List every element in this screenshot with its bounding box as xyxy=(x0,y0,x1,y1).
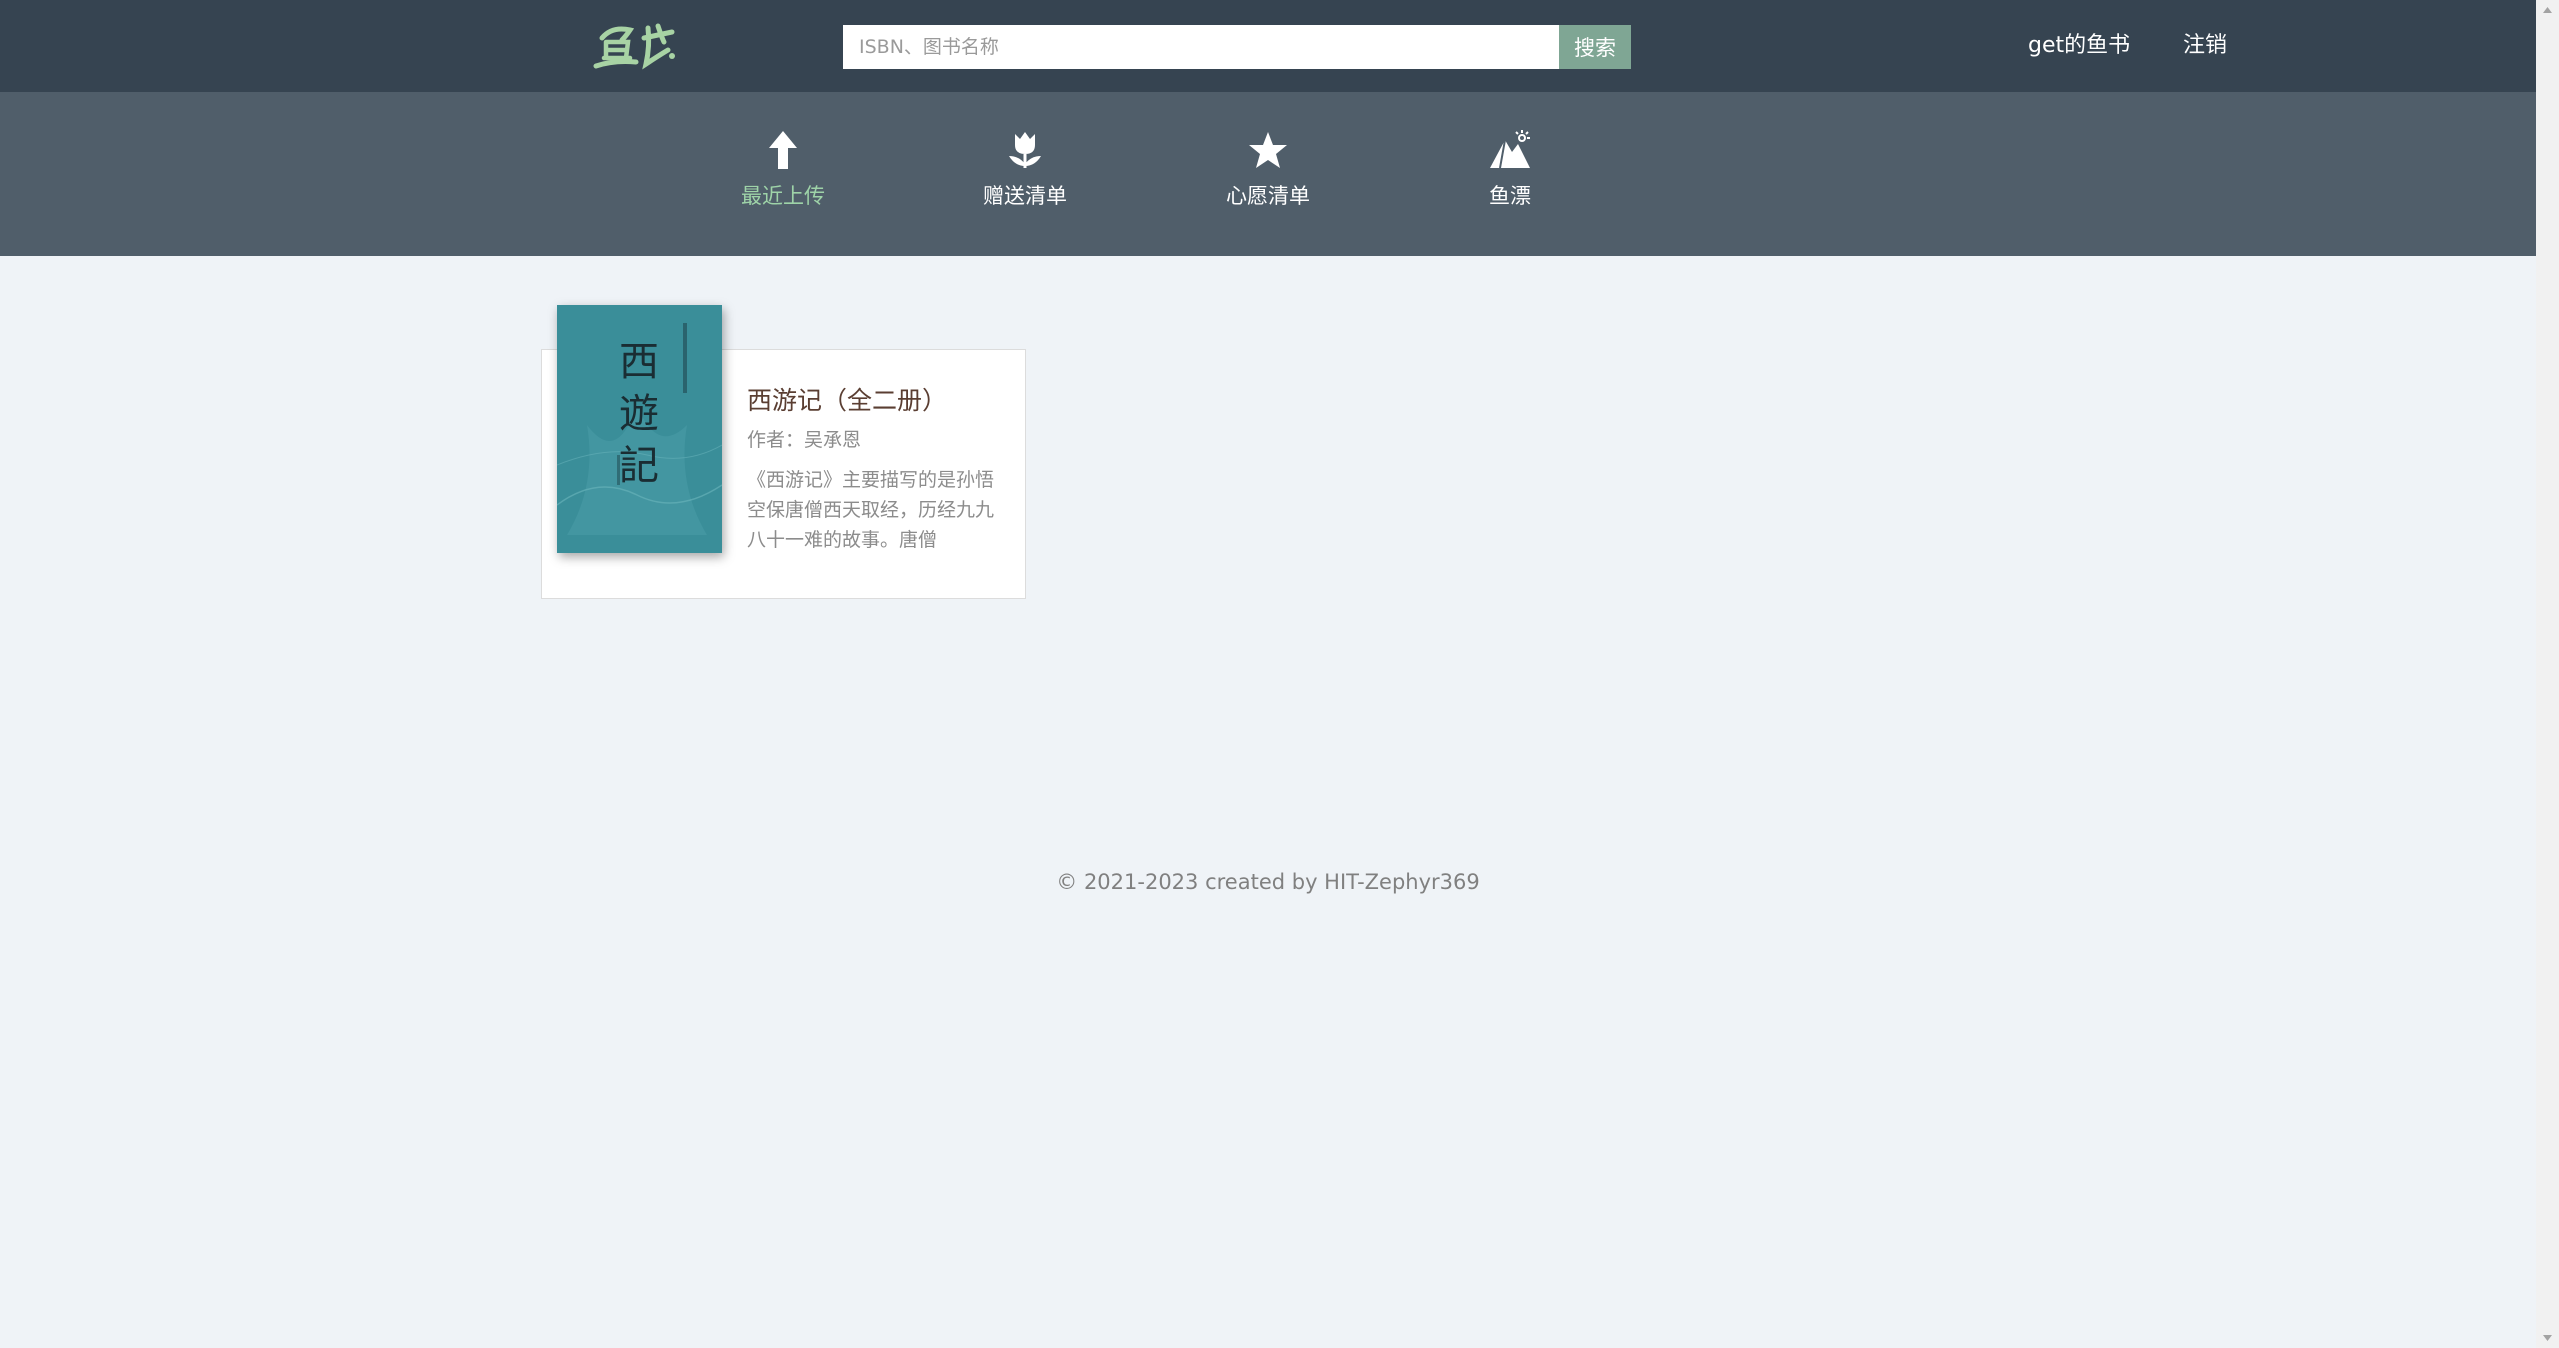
tab-drift[interactable]: 鱼漂 xyxy=(1430,128,1590,228)
book-author: 作者：吴承恩 xyxy=(747,429,862,451)
tab-label: 赠送清单 xyxy=(983,184,1067,208)
arrow-up-icon xyxy=(769,131,797,169)
scroll-down-arrow-icon[interactable] xyxy=(2536,1328,2559,1348)
book-summary: 《西游记》主要描写的是孙悟空保唐僧西天取经，历经九九八十一难的故事。唐僧 xyxy=(747,469,995,551)
star-icon xyxy=(1249,132,1287,168)
search-button[interactable]: 搜索 xyxy=(1559,25,1631,69)
book-cover-image[interactable]: 西 遊 記 xyxy=(557,305,722,553)
tab-wish-list[interactable]: 心愿清单 xyxy=(1188,128,1348,228)
tab-recent-uploads[interactable]: 最近上传 xyxy=(703,128,863,228)
vertical-scrollbar[interactable] xyxy=(2536,0,2559,1348)
svg-text:遊: 遊 xyxy=(619,391,659,437)
svg-text:西: 西 xyxy=(619,339,659,385)
mountain-icon xyxy=(1490,130,1530,169)
book-title[interactable]: 西游记（全二册） xyxy=(747,381,947,417)
search-input[interactable] xyxy=(843,25,1559,69)
tulip-icon xyxy=(1009,132,1041,168)
top-header: 鱼书 搜索 get的鱼书 注销 xyxy=(0,0,2536,92)
svg-text:記: 記 xyxy=(619,443,659,489)
my-books-link[interactable]: get的鱼书 xyxy=(2028,30,2130,62)
book-cover-art: 西 遊 記 xyxy=(557,305,722,553)
tab-label: 心愿清单 xyxy=(1226,184,1310,208)
tab-label: 鱼漂 xyxy=(1489,184,1531,208)
tab-gift-list[interactable]: 赠送清单 xyxy=(945,128,1105,228)
footer-copyright: © 2021-2023 created by HIT-Zephyr369 xyxy=(1056,870,1480,894)
scroll-up-arrow-icon[interactable] xyxy=(2536,0,2559,20)
site-logo[interactable]: 鱼书 xyxy=(592,16,682,76)
logout-link[interactable]: 注销 xyxy=(2183,30,2227,62)
app-window: 鱼书 搜索 get的鱼书 注销 最近上传 赠送 xyxy=(0,0,2559,1348)
category-bar: 最近上传 赠送清单 心愿清单 鱼漂 xyxy=(0,92,2536,256)
tab-label: 最近上传 xyxy=(741,184,825,208)
